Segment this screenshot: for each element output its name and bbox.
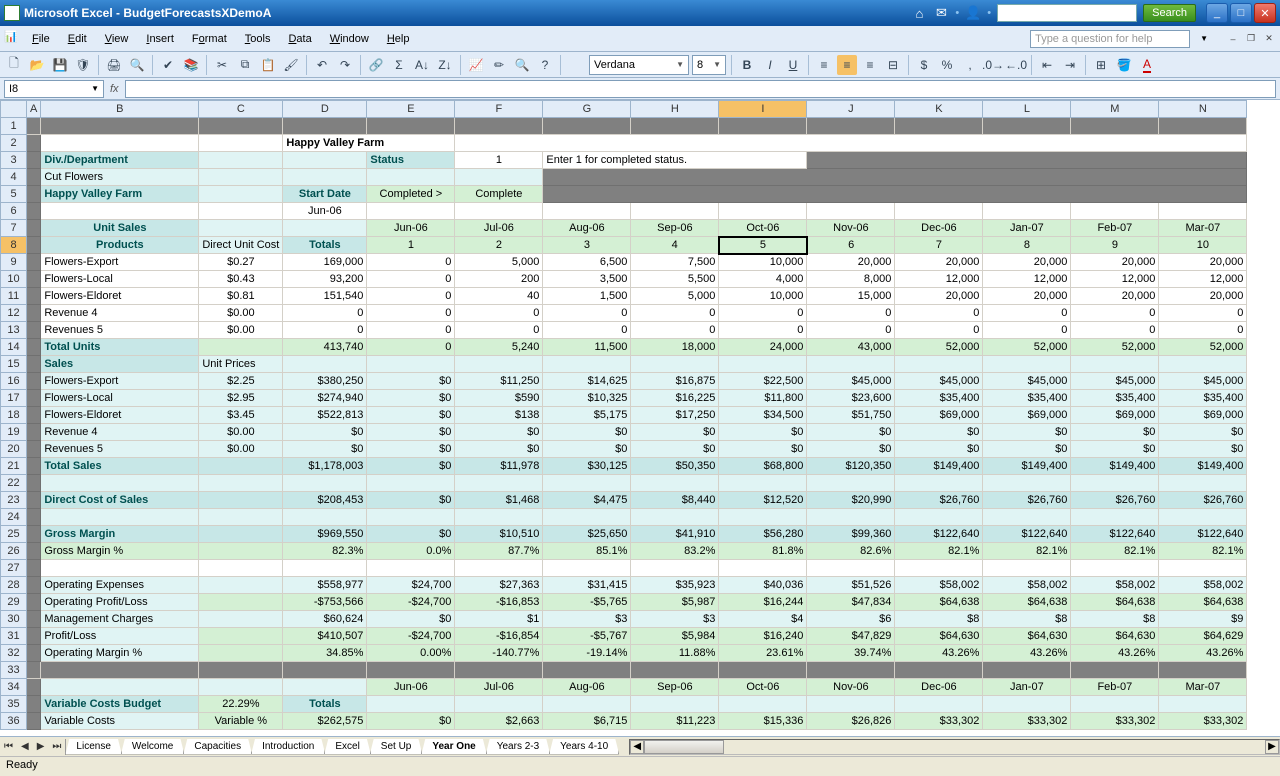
home-icon[interactable]: ⌂ — [911, 5, 927, 21]
menu-data[interactable]: Data — [280, 31, 319, 47]
redo-icon[interactable]: ↷ — [335, 55, 355, 75]
formula-input[interactable] — [125, 80, 1276, 98]
currency-icon[interactable]: $ — [914, 55, 934, 75]
close-button[interactable]: ✕ — [1254, 3, 1276, 23]
permission-icon[interactable]: 🛡 — [73, 55, 93, 75]
italic-button[interactable]: I — [760, 55, 780, 75]
bold-button[interactable]: B — [737, 55, 757, 75]
drawing-icon[interactable]: ✏ — [489, 55, 509, 75]
tab-years-4-10[interactable]: Years 4-10 — [549, 739, 619, 755]
menu-format[interactable]: Format — [184, 31, 235, 47]
tab-license[interactable]: License — [65, 739, 121, 755]
fill-color-icon[interactable]: 🪣 — [1114, 55, 1134, 75]
inc-indent-icon[interactable]: ⇥ — [1060, 55, 1080, 75]
tab-prev-icon[interactable]: ◀ — [17, 740, 33, 753]
doc-close-button[interactable]: ✕ — [1262, 32, 1276, 46]
font-color-icon[interactable]: A — [1137, 55, 1157, 75]
help-search-input[interactable] — [1030, 30, 1190, 48]
tab-capacities[interactable]: Capacities — [183, 739, 252, 755]
zoom-icon[interactable]: 🔍 — [512, 55, 532, 75]
status-bar: Ready — [0, 756, 1280, 776]
menu-edit[interactable]: Edit — [60, 31, 95, 47]
menu-window[interactable]: Window — [322, 31, 377, 47]
tab-set-up[interactable]: Set Up — [370, 739, 423, 755]
chart-icon[interactable]: 📈 — [466, 55, 486, 75]
tab-welcome[interactable]: Welcome — [121, 739, 185, 755]
align-center-icon[interactable]: ≡ — [837, 55, 857, 75]
minimize-button[interactable]: _ — [1206, 3, 1228, 23]
help-search — [1030, 30, 1190, 48]
tab-year-one[interactable]: Year One — [421, 739, 486, 755]
undo-icon[interactable]: ↶ — [312, 55, 332, 75]
sort-asc-icon[interactable]: A↓ — [412, 55, 432, 75]
toolbar: 🗋 📂 💾 🛡 🖨 🔍 ✔ 📚 ✂ ⧉ 📋 🖌 ↶ ↷ 🔗 Σ A↓ Z↓ 📈 … — [0, 52, 1280, 78]
tab-last-icon[interactable]: ⏭ — [48, 740, 65, 753]
tab-introduction[interactable]: Introduction — [251, 739, 325, 755]
help-icon[interactable]: ? — [535, 55, 555, 75]
hscrollbar[interactable]: ◀ ▶ — [629, 739, 1280, 755]
merge-icon[interactable]: ⊟ — [883, 55, 903, 75]
comma-icon[interactable]: , — [960, 55, 980, 75]
name-box[interactable]: I8▼ — [4, 80, 104, 98]
menubar: 📊 File Edit View Insert Format Tools Dat… — [0, 26, 1280, 52]
menu-file[interactable]: File — [24, 31, 58, 47]
preview-icon[interactable]: 🔍 — [127, 55, 147, 75]
menu-help[interactable]: Help — [379, 31, 418, 47]
col-headers[interactable]: ABCDEFGHIJKLMN — [1, 101, 1247, 118]
menu-tools[interactable]: Tools — [237, 31, 279, 47]
menu-view[interactable]: View — [97, 31, 137, 47]
tab-next-icon[interactable]: ▶ — [33, 740, 49, 753]
sheet-tabs: ⏮ ◀ ▶ ⏭ LicenseWelcomeCapacitiesIntroduc… — [0, 736, 1280, 756]
percent-icon[interactable]: % — [937, 55, 957, 75]
maximize-button[interactable]: □ — [1230, 3, 1252, 23]
app-icon[interactable]: 📊 — [4, 30, 22, 48]
spell-icon[interactable]: ✔ — [158, 55, 178, 75]
window-title: Microsoft Excel - BudgetForecastsXDemoA — [24, 6, 911, 20]
hscroll-right-icon[interactable]: ▶ — [1265, 740, 1279, 754]
excel-icon — [4, 5, 20, 21]
hscroll-left-icon[interactable]: ◀ — [630, 740, 644, 754]
align-right-icon[interactable]: ≡ — [860, 55, 880, 75]
tab-excel[interactable]: Excel — [324, 739, 370, 755]
titlebar-search-input[interactable] — [997, 4, 1137, 22]
sheet-area[interactable]: ABCDEFGHIJKLMN 12Happy Valley Farm3Div./… — [0, 100, 1280, 736]
fx-icon[interactable]: fx — [110, 83, 119, 95]
font-selector[interactable]: Verdana▼ — [589, 55, 689, 75]
format-painter-icon[interactable]: 🖌 — [281, 55, 301, 75]
research-icon[interactable]: 📚 — [181, 55, 201, 75]
titlebar: Microsoft Excel - BudgetForecastsXDemoA … — [0, 0, 1280, 26]
borders-icon[interactable]: ⊞ — [1091, 55, 1111, 75]
hscroll-thumb[interactable] — [644, 740, 724, 754]
tab-years-2-3[interactable]: Years 2-3 — [486, 739, 550, 755]
mail-icon[interactable]: ✉ — [933, 5, 949, 21]
dec-indent-icon[interactable]: ⇤ — [1037, 55, 1057, 75]
underline-button[interactable]: U — [783, 55, 803, 75]
search-button[interactable]: Search — [1143, 4, 1196, 22]
fontsize-selector[interactable]: 8▼ — [692, 55, 726, 75]
person-icon[interactable]: 👤 — [965, 5, 981, 21]
dec-decimal-icon[interactable]: ←.0 — [1006, 55, 1026, 75]
copy-icon[interactable]: ⧉ — [235, 55, 255, 75]
save-icon[interactable]: 💾 — [50, 55, 70, 75]
select-all-corner[interactable] — [1, 101, 27, 118]
spreadsheet-grid[interactable]: ABCDEFGHIJKLMN 12Happy Valley Farm3Div./… — [0, 100, 1247, 730]
inc-decimal-icon[interactable]: .0→ — [983, 55, 1003, 75]
cut-icon[interactable]: ✂ — [212, 55, 232, 75]
open-icon[interactable]: 📂 — [27, 55, 47, 75]
align-left-icon[interactable]: ≡ — [814, 55, 834, 75]
doc-minimize-button[interactable]: – — [1226, 32, 1240, 46]
status-text: Ready — [6, 759, 38, 771]
help-dropdown-icon[interactable]: ▼ — [1192, 32, 1216, 45]
formula-bar: I8▼ fx — [0, 78, 1280, 100]
menu-insert[interactable]: Insert — [138, 31, 182, 47]
paste-icon[interactable]: 📋 — [258, 55, 278, 75]
sort-desc-icon[interactable]: Z↓ — [435, 55, 455, 75]
doc-restore-button[interactable]: ❐ — [1244, 32, 1258, 46]
tab-first-icon[interactable]: ⏮ — [0, 740, 17, 753]
print-icon[interactable]: 🖨 — [104, 55, 124, 75]
autosum-icon[interactable]: Σ — [389, 55, 409, 75]
titlebar-search: ⌂ ✉ • 👤 • Search — [911, 4, 1196, 22]
new-icon[interactable]: 🗋 — [4, 55, 24, 75]
hyperlink-icon[interactable]: 🔗 — [366, 55, 386, 75]
